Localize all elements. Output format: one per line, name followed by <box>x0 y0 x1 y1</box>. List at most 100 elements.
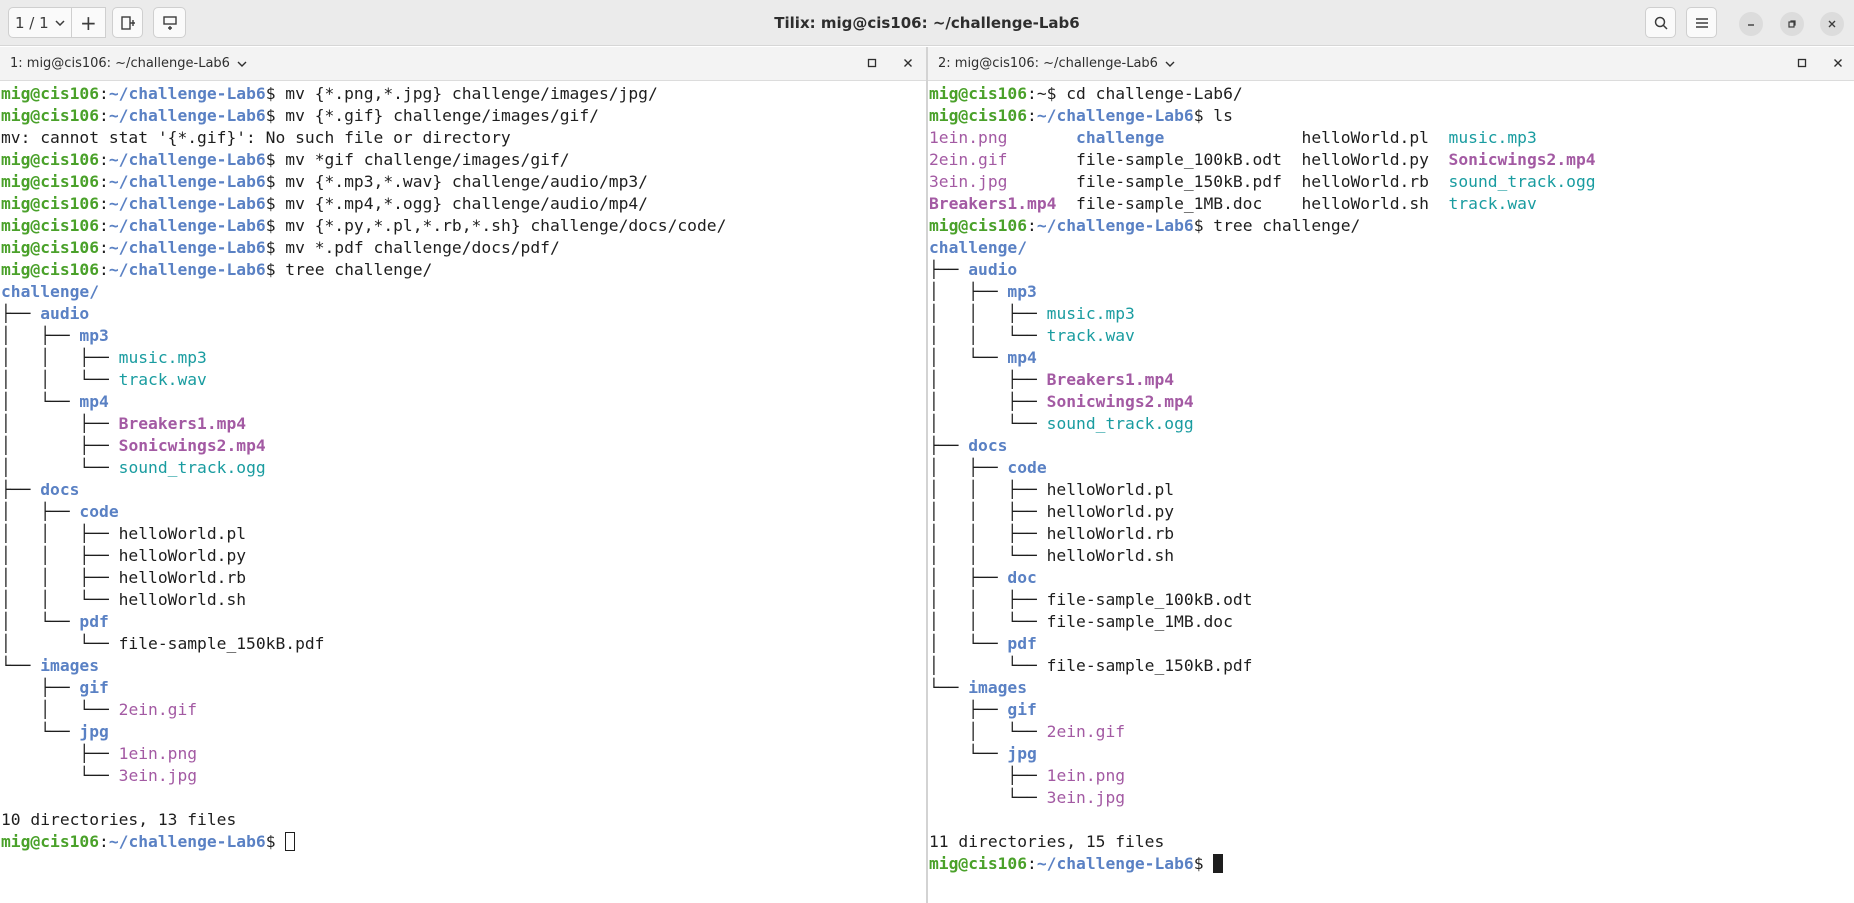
terminal-line: mig@cis106:~/challenge-Lab6$ tree challe… <box>1 259 923 281</box>
terminal-line: └── jpg <box>1 721 923 743</box>
pane-1-close-button[interactable] <box>898 53 918 73</box>
terminal-text: │ ├── <box>929 458 1008 477</box>
terminal-line: │ ├── Sonicwings2.mp4 <box>1 435 923 457</box>
terminal-text: └── <box>929 744 1008 763</box>
search-icon <box>1654 16 1668 30</box>
terminal-line: mig@cis106:~/challenge-Lab6$ ls <box>929 105 1851 127</box>
terminal-cursor <box>1213 854 1224 873</box>
prompt-path: ~/challenge-Lab6 <box>1036 854 1194 873</box>
audio-file: music.mp3 <box>118 348 207 367</box>
split-right-button[interactable] <box>112 7 143 38</box>
terminal-text: │ │ ├── helloWorld.pl <box>929 480 1175 499</box>
prompt-user: mig@cis106 <box>929 216 1028 235</box>
terminal-text: └── <box>1 766 119 785</box>
prompt-user: mig@cis106 <box>1 216 100 235</box>
pane-2-close-button[interactable] <box>1828 53 1848 73</box>
terminal-line: mig@cis106:~/challenge-Lab6$ tree challe… <box>929 215 1851 237</box>
prompt-path: ~/challenge-Lab6 <box>108 260 266 279</box>
prompt-user: mig@cis106 <box>1 84 100 103</box>
directory-name: mp4 <box>1007 348 1037 367</box>
close-icon <box>1828 20 1836 28</box>
terminal-text: $ <box>265 832 286 851</box>
pane-1-maximize-button[interactable] <box>862 53 882 73</box>
terminal-text: file-sample_150kB.pdf helloWorld.rb <box>1007 172 1449 191</box>
terminal-text: │ │ ├── <box>929 304 1047 323</box>
split-down-icon <box>162 15 177 30</box>
terminal-text: └── <box>929 678 969 697</box>
terminal-text: │ ├── <box>1 502 80 521</box>
directory-name: images <box>40 656 100 675</box>
terminal-line: │ └── mp4 <box>929 347 1851 369</box>
terminal-text: ├── <box>929 700 1008 719</box>
terminal-line: ├── gif <box>929 699 1851 721</box>
terminal-pane-2[interactable]: mig@cis106:~$ cd challenge-Lab6/mig@cis1… <box>929 83 1851 903</box>
terminal-text: : <box>1027 106 1037 125</box>
terminal-text: $ tree challenge/ <box>1193 216 1361 235</box>
directory-name: mp3 <box>79 326 109 345</box>
terminal-line: ├── gif <box>1 677 923 699</box>
terminal-text: $ <box>1193 854 1214 873</box>
terminal-text: file-sample_1MB.doc helloWorld.sh <box>1056 194 1449 213</box>
directory-name: gif <box>1007 700 1037 719</box>
terminal-line: 3ein.jpg file-sample_150kB.pdf helloWorl… <box>929 171 1851 193</box>
terminal-text: : <box>1027 216 1037 235</box>
audio-file: music.mp3 <box>1448 128 1537 147</box>
audio-file: track.wav <box>1046 326 1135 345</box>
pane-divider[interactable] <box>926 47 928 903</box>
add-session-button[interactable]: + <box>72 8 105 37</box>
prompt-path: ~/challenge-Lab6 <box>1036 216 1194 235</box>
terminal-line: │ └── sound_track.ogg <box>929 413 1851 435</box>
terminal-pane-1[interactable]: mig@cis106:~/challenge-Lab6$ mv {*.png,*… <box>1 83 923 903</box>
pane-2-title-button[interactable]: 2: mig@cis106: ~/challenge-Lab6 <box>938 56 1175 71</box>
terminal-text: : <box>99 260 109 279</box>
terminal-line: │ ├── code <box>929 457 1851 479</box>
terminal-text: ├── <box>1 744 119 763</box>
directory-name: images <box>968 678 1028 697</box>
terminal-text: │ └── <box>1 612 80 631</box>
session-switcher[interactable]: 1 / 1 + <box>8 7 106 38</box>
session-counter-button[interactable]: 1 / 1 <box>9 8 72 37</box>
video-file: Breakers1.mp4 <box>929 194 1057 213</box>
pane-1-header: 1: mig@cis106: ~/challenge-Lab6 <box>0 47 926 81</box>
directory-name: audio <box>40 304 90 323</box>
pane-1-title-button[interactable]: 1: mig@cis106: ~/challenge-Lab6 <box>10 56 247 71</box>
terminal-text: $ ls <box>1193 106 1233 125</box>
terminal-text: : <box>99 832 109 851</box>
directory-name: audio <box>968 260 1018 279</box>
terminal-text: │ ├── <box>1 436 119 455</box>
prompt-path: ~/challenge-Lab6 <box>108 172 266 191</box>
terminal-text: $ mv {*.mp3,*.wav} challenge/audio/mp3/ <box>265 172 648 191</box>
minimize-icon <box>1748 24 1754 26</box>
terminal-text: ├── <box>929 260 969 279</box>
prompt-user: mig@cis106 <box>929 84 1028 103</box>
menu-button[interactable] <box>1686 7 1717 38</box>
terminal-line: └── 3ein.jpg <box>1 765 923 787</box>
find-button[interactable] <box>1645 7 1676 38</box>
terminal-line: │ │ ├── helloWorld.pl <box>929 479 1851 501</box>
window-title: Tilix: mig@cis106: ~/challenge-Lab6 <box>774 14 1080 32</box>
prompt-user: mig@cis106 <box>1 832 100 851</box>
terminal-line: │ └── 2ein.gif <box>929 721 1851 743</box>
terminal-line: mig@cis106:~/challenge-Lab6$ <box>1 831 923 853</box>
prompt-user: mig@cis106 <box>929 106 1028 125</box>
audio-file: music.mp3 <box>1046 304 1135 323</box>
prompt-user: mig@cis106 <box>1 106 100 125</box>
maximize-button[interactable] <box>1780 12 1804 36</box>
close-icon <box>904 59 912 67</box>
terminal-text: │ │ ├── file-sample_100kB.odt <box>929 590 1253 609</box>
audio-file: track.wav <box>118 370 207 389</box>
terminal-text: │ │ └── helloWorld.sh <box>1 590 247 609</box>
minimize-button[interactable] <box>1739 12 1763 36</box>
terminal-line: │ └── sound_track.ogg <box>1 457 923 479</box>
terminal-text: │ └── <box>929 348 1008 367</box>
terminal-line: └── jpg <box>929 743 1851 765</box>
close-window-button[interactable] <box>1820 12 1844 36</box>
split-down-button[interactable] <box>153 7 186 38</box>
prompt-path: ~/challenge-Lab6 <box>108 832 266 851</box>
audio-file: sound_track.ogg <box>118 458 266 477</box>
directory-name: challenge <box>1076 128 1165 147</box>
terminal-line: mig@cis106:~/challenge-Lab6$ mv {*.mp4,*… <box>1 193 923 215</box>
terminal-text: $ mv *gif challenge/images/gif/ <box>265 150 570 169</box>
pane-2-maximize-button[interactable] <box>1792 53 1812 73</box>
directory-name: jpg <box>79 722 109 741</box>
